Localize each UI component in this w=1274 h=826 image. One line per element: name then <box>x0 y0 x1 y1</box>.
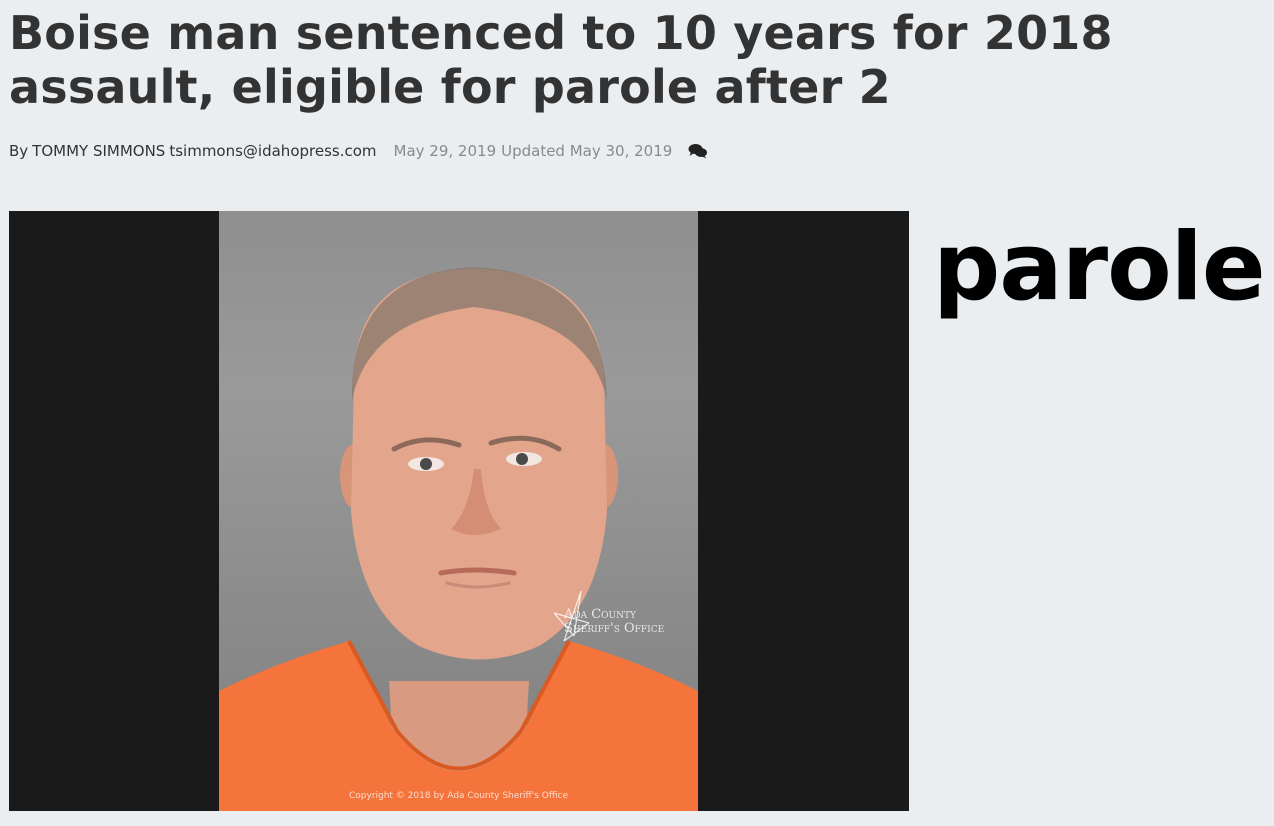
article-headline: Boise man sentenced to 10 years for 2018… <box>9 6 1113 114</box>
mugshot-photo[interactable]: Ada County Sheriff's Office Copyright © … <box>219 211 698 811</box>
overlay-keyword: parole <box>933 213 1266 322</box>
watermark-line2: Sheriff's Office <box>564 621 665 636</box>
watermark-line1: Ada County <box>564 607 636 622</box>
published-date: May 29, 2019 <box>393 142 497 160</box>
byline: By TOMMY SIMMONS tsimmons@idahopress.com… <box>9 141 708 161</box>
author-email-link[interactable]: tsimmons@idahopress.com <box>169 142 376 160</box>
article-photo-frame[interactable]: Ada County Sheriff's Office Copyright © … <box>9 211 909 811</box>
byline-by: By <box>9 142 29 160</box>
photo-copyright: Copyright © 2018 by Ada County Sheriff's… <box>348 791 568 801</box>
author-link[interactable]: TOMMY SIMMONS <box>32 142 165 160</box>
sheriff-watermark: Ada County Sheriff's Office <box>564 608 664 636</box>
comments-icon[interactable] <box>688 143 708 159</box>
updated-date: Updated May 30, 2019 <box>501 142 673 160</box>
mugshot-illustration <box>219 267 698 811</box>
